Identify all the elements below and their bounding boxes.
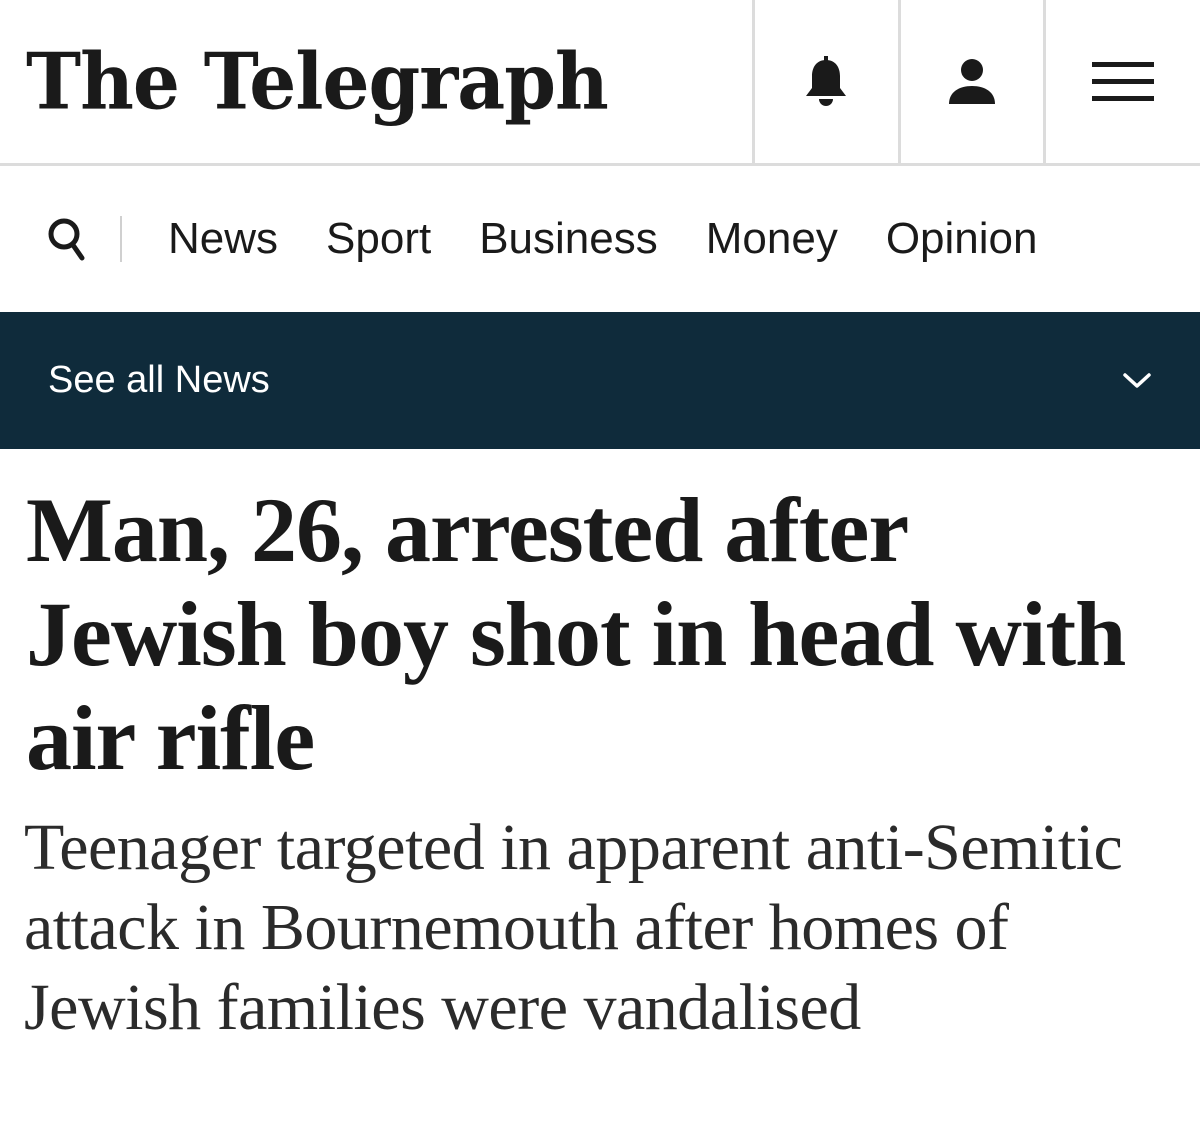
nav-item-news[interactable]: News (168, 217, 278, 261)
bell-icon (806, 55, 847, 106)
masthead: The Telegraph (0, 0, 1200, 166)
nav-item-money[interactable]: Money (706, 217, 838, 261)
section-nav: News Sport Business Money Opinion (0, 166, 1200, 312)
search-button[interactable] (22, 166, 112, 312)
search-icon (48, 218, 85, 261)
see-all-label: See all News (48, 359, 270, 401)
see-all-news-bar[interactable]: See all News (0, 312, 1200, 449)
account-button[interactable] (897, 0, 1044, 163)
site-logo: The Telegraph (26, 36, 609, 127)
logo-link[interactable]: The Telegraph (0, 0, 752, 163)
chevron-down-icon (1123, 372, 1151, 388)
nav-item-sport[interactable]: Sport (326, 217, 431, 261)
nav-divider (120, 216, 122, 262)
article-standfirst: Teenager targeted in apparent anti-Semit… (24, 811, 1123, 1044)
notifications-button[interactable] (751, 0, 898, 163)
menu-button[interactable] (1043, 0, 1200, 163)
menu-icon (1092, 61, 1155, 101)
user-icon (948, 58, 995, 104)
nav-item-opinion[interactable]: Opinion (886, 217, 1038, 261)
article-headline: Man, 26, arrested after Jewish boy shot … (26, 479, 1126, 789)
nav-item-business[interactable]: Business (479, 217, 658, 261)
nav-scroll-fade (1060, 166, 1200, 312)
